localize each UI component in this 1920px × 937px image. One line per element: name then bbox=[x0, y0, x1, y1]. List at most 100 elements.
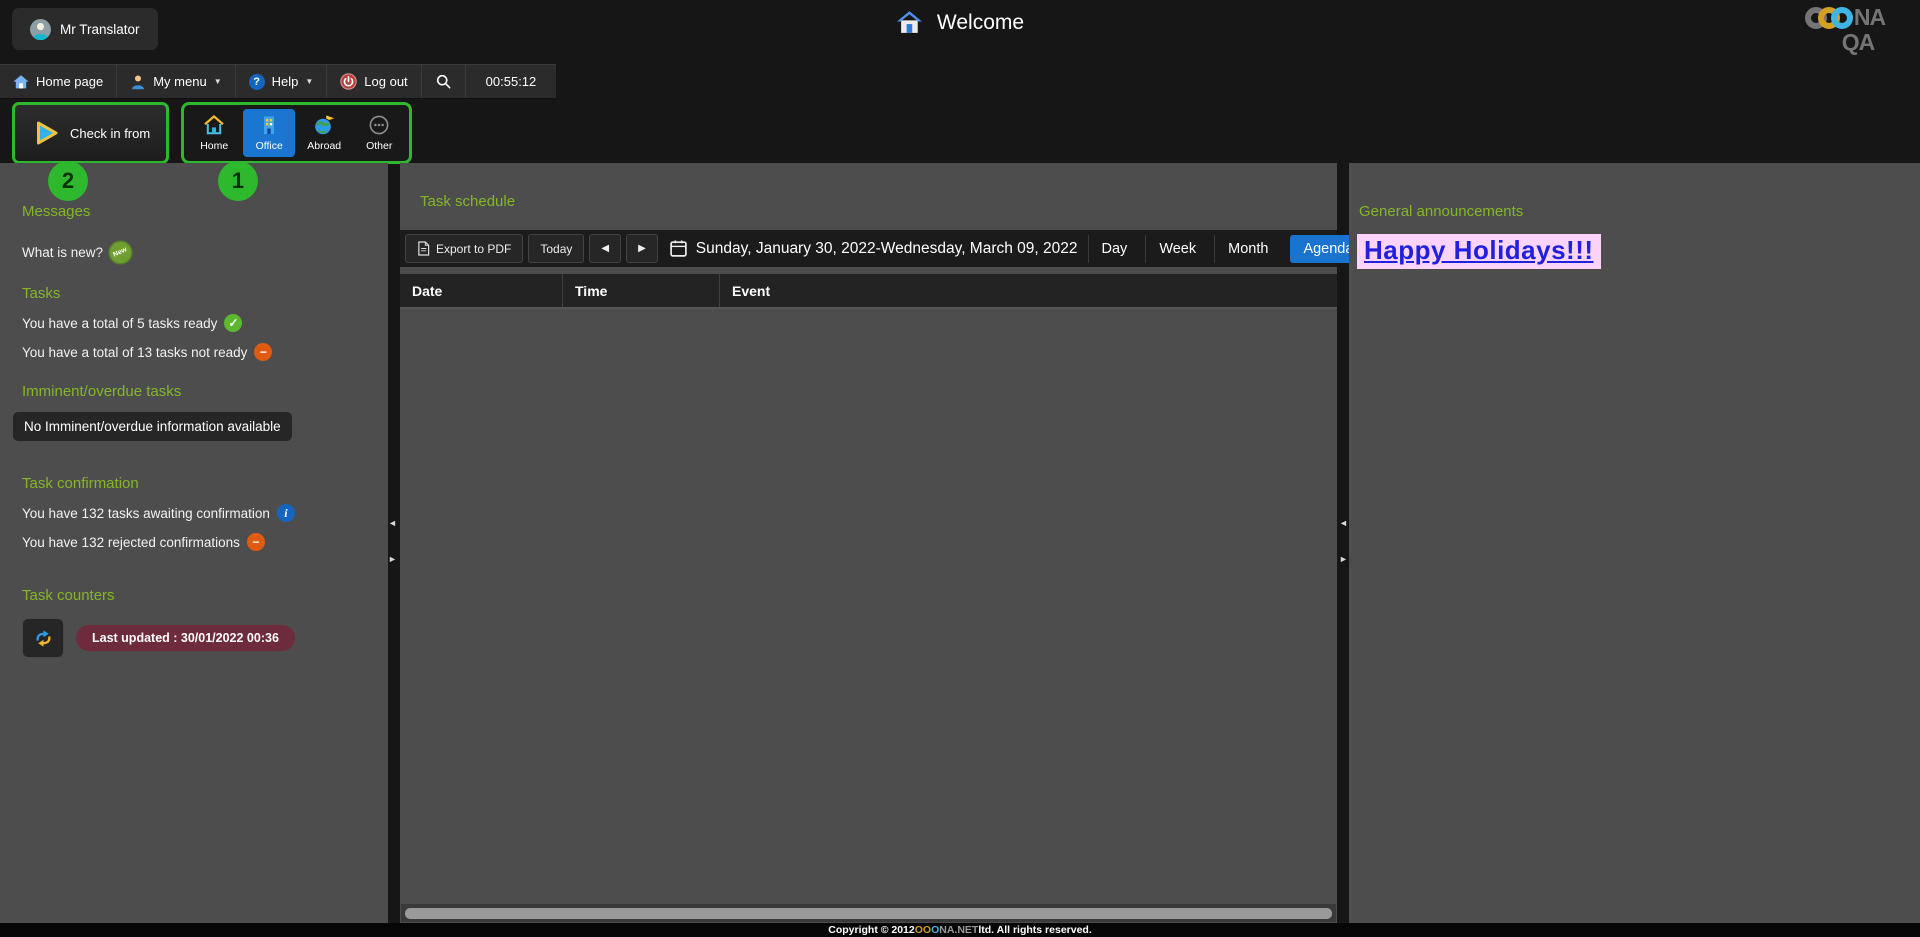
menu-logout-label: Log out bbox=[364, 74, 407, 89]
checkin-option-home[interactable]: Home bbox=[188, 109, 240, 157]
house-icon bbox=[202, 113, 226, 137]
page-title: Welcome bbox=[896, 9, 1024, 36]
schedule-table-header: Date Time Event bbox=[400, 274, 1337, 309]
schedule-empty-body bbox=[400, 309, 1337, 904]
column-header-event[interactable]: Event bbox=[719, 274, 1337, 307]
arrow-right-icon: ▶ bbox=[638, 243, 646, 254]
today-button[interactable]: Today bbox=[528, 234, 584, 263]
menu-search[interactable] bbox=[422, 65, 466, 98]
help-icon: ? bbox=[249, 74, 265, 90]
counters-header: Task counters bbox=[22, 587, 388, 604]
column-header-time[interactable]: Time bbox=[562, 274, 719, 307]
export-pdf-label: Export to PDF bbox=[436, 242, 511, 256]
chevron-down-icon: ▼ bbox=[214, 77, 222, 86]
user-menu[interactable]: Mr Translator bbox=[12, 8, 158, 50]
office-building-icon bbox=[257, 113, 281, 137]
view-day-button[interactable]: Day bbox=[1088, 235, 1141, 263]
step-badge-2: 2 bbox=[48, 161, 88, 201]
messages-header: Messages bbox=[22, 203, 388, 220]
footer-copyright: Copyright © 2012 OOONA.NET ltd. All righ… bbox=[0, 923, 1920, 937]
user-name: Mr Translator bbox=[60, 22, 140, 37]
checkin-option-label: Home bbox=[200, 140, 228, 152]
checkin-location-group: Home Office Abroad Other bbox=[181, 102, 412, 164]
step-badge-1: 1 bbox=[218, 161, 258, 201]
splitter-expand-icon[interactable]: ► bbox=[388, 554, 397, 564]
copyright-text-post: ltd. All rights reserved. bbox=[978, 924, 1091, 936]
calendar-icon bbox=[669, 239, 688, 258]
menu-home-page[interactable]: Home page bbox=[0, 65, 117, 98]
sidebar-panel: Messages What is new? New Tasks You have… bbox=[0, 163, 388, 923]
next-period-button[interactable]: ▶ bbox=[626, 234, 658, 263]
brand-ooona-blue: O bbox=[931, 924, 939, 936]
tasks-not-ready-label: You have a total of 13 tasks not ready bbox=[22, 345, 247, 360]
user-icon bbox=[130, 74, 146, 90]
menu-my-menu[interactable]: My menu ▼ bbox=[117, 65, 235, 98]
timer-value: 00:55:12 bbox=[486, 74, 537, 89]
main-menubar: Home page My menu ▼ ? Help ▼ Log out 00:… bbox=[0, 64, 556, 99]
ellipsis-circle-icon bbox=[367, 113, 391, 137]
info-icon: i bbox=[277, 504, 295, 522]
splitter-collapse-icon[interactable]: ◄ bbox=[388, 518, 397, 528]
ooona-qa-logo: NA QA bbox=[1790, 6, 1900, 54]
minus-icon: − bbox=[247, 533, 265, 551]
today-label: Today bbox=[540, 242, 572, 256]
checkin-option-other[interactable]: Other bbox=[353, 109, 405, 157]
what-is-new-link[interactable]: What is new? New bbox=[22, 242, 388, 263]
prev-period-button[interactable]: ◀ bbox=[589, 234, 621, 263]
view-week-button[interactable]: Week bbox=[1145, 235, 1209, 263]
checkin-option-office[interactable]: Office bbox=[243, 109, 295, 157]
welcome-home-icon bbox=[896, 9, 923, 36]
imminent-header: Imminent/overdue tasks bbox=[22, 383, 388, 400]
search-icon bbox=[435, 73, 452, 90]
menu-my-menu-label: My menu bbox=[153, 74, 206, 89]
horizontal-scrollbar-thumb[interactable] bbox=[405, 908, 1332, 919]
brand-ooona-rest: NA.NET bbox=[939, 924, 978, 936]
welcome-title: Welcome bbox=[937, 11, 1024, 35]
rejected-confirmations-label: You have 132 rejected confirmations bbox=[22, 535, 240, 550]
power-icon bbox=[340, 73, 357, 90]
check-in-from-button[interactable]: Check in from bbox=[12, 102, 169, 164]
user-avatar-icon bbox=[30, 19, 51, 40]
announcements-header: General announcements bbox=[1359, 203, 1920, 220]
menu-help[interactable]: ? Help ▼ bbox=[236, 65, 328, 98]
logo-text-qa: QA bbox=[1816, 31, 1900, 54]
export-pdf-button[interactable]: Export to PDF bbox=[405, 234, 523, 263]
session-timer: 00:55:12 bbox=[466, 65, 557, 98]
what-is-new-label: What is new? bbox=[22, 245, 103, 260]
schedule-toolbar: Export to PDF Today ◀ ▶ Sunday, January … bbox=[400, 230, 1337, 267]
checkin-option-abroad[interactable]: Abroad bbox=[298, 109, 350, 157]
tasks-header: Tasks bbox=[22, 285, 388, 302]
arrow-left-icon: ◀ bbox=[601, 243, 609, 254]
checkin-option-label: Other bbox=[366, 140, 392, 152]
tasks-not-ready-link[interactable]: You have a total of 13 tasks not ready − bbox=[22, 343, 388, 361]
schedule-title: Task schedule bbox=[420, 193, 1337, 210]
rejected-confirmations-link[interactable]: You have 132 rejected confirmations − bbox=[22, 533, 388, 551]
menu-home-label: Home page bbox=[36, 74, 103, 89]
awaiting-confirmation-link[interactable]: You have 132 tasks awaiting confirmation… bbox=[22, 504, 388, 522]
home-icon bbox=[13, 74, 29, 90]
menu-help-label: Help bbox=[272, 74, 299, 89]
refresh-swap-icon bbox=[32, 627, 55, 650]
refresh-counters-button[interactable] bbox=[22, 618, 64, 658]
horizontal-scrollbar-track bbox=[401, 904, 1336, 922]
splitter-expand-icon[interactable]: ► bbox=[1339, 554, 1348, 564]
column-header-date[interactable]: Date bbox=[400, 274, 562, 307]
tasks-ready-link[interactable]: You have a total of 5 tasks ready ✓ bbox=[22, 314, 388, 332]
announcements-panel: General announcements Happy Holidays!!! bbox=[1349, 163, 1920, 923]
logo-text-na: NA bbox=[1854, 6, 1885, 29]
awaiting-confirmation-label: You have 132 tasks awaiting confirmation bbox=[22, 506, 270, 521]
view-month-button[interactable]: Month bbox=[1214, 235, 1281, 263]
play-icon bbox=[31, 118, 61, 148]
splitter-collapse-icon[interactable]: ◄ bbox=[1339, 518, 1348, 528]
chevron-down-icon: ▼ bbox=[305, 77, 313, 86]
imminent-empty-message: No Imminent/overdue information availabl… bbox=[13, 412, 292, 441]
pdf-file-icon bbox=[417, 241, 430, 256]
globe-plane-icon bbox=[312, 113, 336, 137]
menu-log-out[interactable]: Log out bbox=[327, 65, 421, 98]
date-range-label: Sunday, January 30, 2022-Wednesday, Marc… bbox=[696, 240, 1078, 258]
checkin-option-label: Abroad bbox=[307, 140, 341, 152]
brand-ooona-yellow: OO bbox=[915, 924, 931, 936]
new-badge-icon: New bbox=[110, 242, 131, 263]
checkin-option-label: Office bbox=[256, 140, 283, 152]
announcement-message: Happy Holidays!!! bbox=[1357, 234, 1601, 269]
